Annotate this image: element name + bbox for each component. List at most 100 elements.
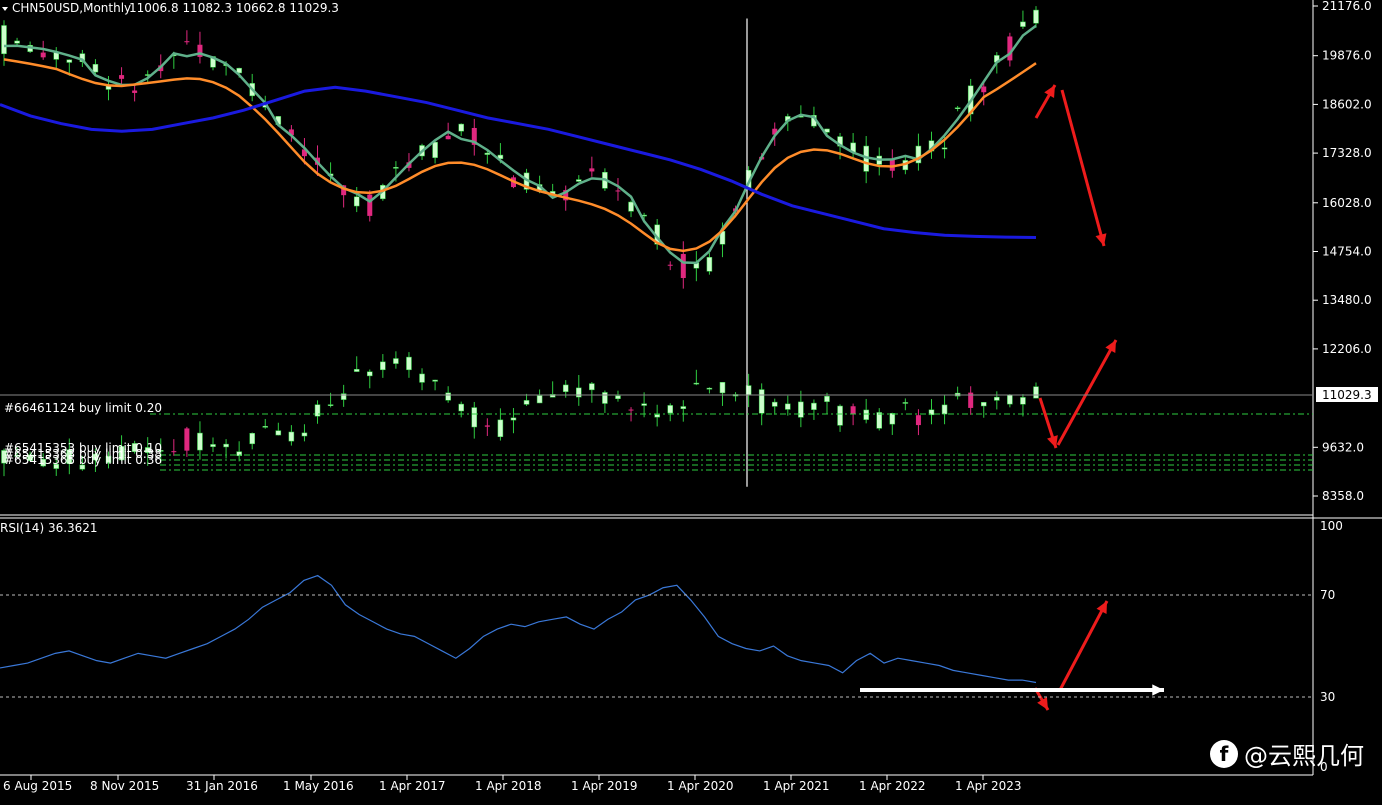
watermark: f @云熙几何 (1210, 736, 1364, 771)
price-tick-label: 9632.0 (1322, 440, 1364, 454)
candle-body (589, 383, 595, 391)
trading-chart[interactable]: #65415353 buy limit 0.10#65415363 buy li… (0, 0, 1382, 805)
candle-body (484, 425, 490, 427)
candle-body (1033, 9, 1039, 24)
candle-body (889, 413, 896, 425)
dropdown-triangle-icon[interactable] (2, 7, 8, 11)
candle-body (680, 254, 686, 279)
ma-mid-line (3, 58, 1037, 253)
candle-body (458, 123, 464, 132)
rsi-label: RSI(14) 36.3621 (0, 521, 98, 535)
candle-body (432, 141, 438, 158)
time-tick-label: 1 Apr 2017 (379, 779, 446, 793)
candle-body (602, 392, 608, 404)
price-tick-label: 8358.0 (1322, 489, 1364, 503)
candle-body (92, 64, 99, 73)
candle-body (628, 409, 634, 411)
candle-body (353, 196, 360, 207)
arrow-up-2 (1056, 339, 1118, 446)
time-axis[interactable]: 6 Aug 2015 8 Nov 2015 31 Jan 2016 1 May 201… (3, 775, 1022, 793)
candle-body (628, 201, 634, 212)
price-tick-label: 13480.0 (1322, 293, 1372, 307)
candle-body (288, 431, 295, 442)
candle-body (406, 356, 412, 371)
ohlc-readout: 11006.8 11082.3 10662.8 11029.3 (129, 1, 339, 15)
candle-body (785, 403, 791, 410)
candle-body (262, 426, 269, 428)
candle-body (275, 430, 282, 436)
candle-body (980, 402, 987, 407)
candle-body (510, 417, 517, 421)
time-tick-label: 1 Apr 2021 (763, 779, 830, 793)
candle-body (471, 407, 478, 428)
arrow-down-1 (1060, 89, 1106, 247)
price-tick-label: 21176.0 (1322, 0, 1372, 13)
candle-body (915, 415, 921, 426)
candle-body (615, 190, 621, 192)
rsi-indicator (0, 574, 1037, 684)
candle-body (367, 371, 373, 377)
candle-body (576, 387, 582, 398)
candle-body (994, 396, 1000, 401)
candle-body (523, 400, 530, 405)
candle-body (941, 147, 948, 150)
candle-body (667, 264, 673, 266)
symbol-period: CHN50USD,Monthly (12, 1, 131, 15)
candle-body (1007, 36, 1013, 61)
candle-body (432, 379, 438, 382)
candle-body (327, 404, 334, 406)
candle-body (654, 414, 660, 418)
candle-body (798, 401, 804, 418)
candle-body (445, 135, 451, 140)
candle-body (693, 382, 700, 385)
watermark-text: @云熙几何 (1244, 742, 1364, 770)
candle-body (1, 25, 7, 55)
time-tick-label: 1 Apr 2023 (955, 779, 1022, 793)
candle-body (197, 432, 203, 451)
candle-body (14, 40, 20, 44)
candle-body (393, 358, 399, 364)
time-tick-label: 1 Apr 2020 (667, 779, 734, 793)
time-tick-label: 6 Aug 2015 (3, 779, 72, 793)
candle-body (771, 401, 778, 407)
candle-body (210, 444, 216, 447)
order-label-main[interactable]: #66461124 buy limit 0.20 (4, 401, 162, 415)
candle-body (589, 168, 595, 172)
time-tick-label: 1 Apr 2019 (571, 779, 638, 793)
candle-body (184, 41, 190, 43)
candle-body (380, 361, 386, 371)
candle-body (1020, 21, 1026, 27)
candle-body (1020, 397, 1026, 405)
candle-body (353, 369, 360, 372)
time-tick-label: 31 Jan 2016 (186, 779, 258, 793)
candle-body (1033, 386, 1039, 399)
candle-body (367, 194, 373, 216)
candle-body (706, 257, 713, 272)
candle-body (615, 395, 621, 399)
candle-body (706, 387, 713, 390)
candle-body (824, 395, 830, 402)
candle-body (667, 405, 673, 414)
candle-body (536, 395, 543, 404)
candle-body (562, 384, 569, 392)
candle-body (680, 406, 687, 409)
candle-body (132, 90, 138, 93)
candle-body (184, 428, 190, 451)
price-axis[interactable]: 21176.0 19876.0 18602.0 17328.0 16028.0 14754… (1313, 0, 1372, 503)
candle-body (393, 167, 399, 169)
arrow-down-2-head (1047, 435, 1058, 448)
candle-body (876, 412, 882, 429)
price-tick-label: 17328.0 (1322, 146, 1372, 160)
candle-body (1007, 394, 1013, 405)
rsi-level-100: 100 (1320, 519, 1343, 533)
candle-body (641, 403, 647, 406)
candle-body (445, 392, 451, 401)
candle-body (941, 404, 948, 415)
candle-body (837, 405, 843, 426)
candle-body (419, 373, 425, 383)
price-tick-label: 14754.0 (1322, 244, 1372, 258)
candle-body (719, 382, 726, 394)
arrow-horizontal-rsi-head (1152, 684, 1164, 696)
rsi-line (0, 574, 1037, 684)
candle-body (301, 432, 308, 437)
